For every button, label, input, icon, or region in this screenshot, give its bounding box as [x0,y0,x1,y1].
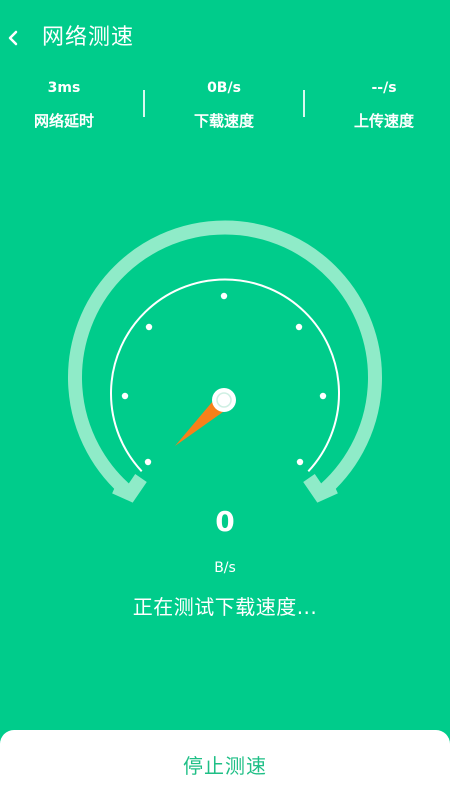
stat-upload: --/s 上传速度 [324,76,444,134]
status-text: 正在测试下载速度... [132,595,318,619]
download-value: 0B/s [207,80,241,96]
tick-dots [121,292,327,466]
upload-label: 上传速度 [353,112,414,130]
download-label: 下载速度 [193,112,254,130]
stop-test-button[interactable]: 停止测速 [0,744,450,788]
divider [143,90,145,117]
divider [303,90,305,117]
header: 网络测速 [0,0,450,76]
stats-bar: 3ms 网络延时 0B/s 下载速度 --/s 上传速度 [0,76,450,146]
stat-download: 0B/s 下载速度 [164,76,284,134]
speed-unit: B/s [214,560,236,576]
inner-arc [110,278,340,472]
chevron-left-icon[interactable] [4,24,22,52]
latency-label: 网络延时 [33,112,94,130]
page-title: 网络测速 [42,25,135,50]
bottom-panel: 停止测速 [0,730,450,811]
latency-value: 3ms [47,80,81,96]
outer-ring [68,220,382,503]
speed-value: 0 [215,505,235,538]
speed-gauge [68,220,382,503]
stat-latency: 3ms 网络延时 [4,76,124,134]
upload-value: --/s [371,80,397,96]
